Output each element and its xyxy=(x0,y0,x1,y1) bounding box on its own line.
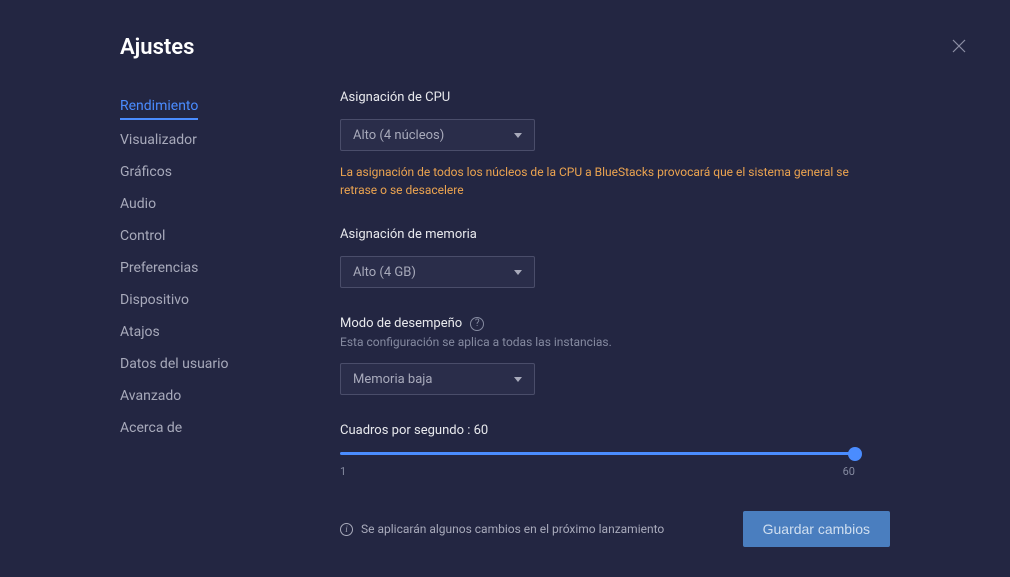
sidebar-item-acerca-de[interactable]: Acerca de xyxy=(120,412,320,444)
fps-max-label: 60 xyxy=(843,465,855,478)
cpu-dropdown[interactable]: Alto (4 núcleos) xyxy=(340,119,535,151)
memory-dropdown[interactable]: Alto (4 GB) xyxy=(340,256,535,288)
memory-dropdown-value: Alto (4 GB) xyxy=(353,265,416,280)
footer-notice: i Se aplicarán algunos cambios en el pró… xyxy=(340,522,664,536)
chevron-down-icon xyxy=(514,270,522,275)
sidebar-item-atajos[interactable]: Atajos xyxy=(120,316,320,348)
save-button[interactable]: Guardar cambios xyxy=(743,511,890,547)
cpu-dropdown-value: Alto (4 núcleos) xyxy=(353,128,444,143)
fps-label: Cuadros por segundo : 60 xyxy=(340,423,890,438)
page-title: Ajustes xyxy=(120,35,1010,60)
sidebar-item-visualizador[interactable]: Visualizador xyxy=(120,124,320,156)
sidebar-item-control[interactable]: Control xyxy=(120,220,320,252)
sidebar: Rendimiento Visualizador Gráficos Audio … xyxy=(120,90,320,506)
sidebar-item-rendimiento[interactable]: Rendimiento xyxy=(120,90,198,120)
help-icon[interactable]: ? xyxy=(470,317,484,331)
performance-mode-desc: Esta configuración se aplica a todas las… xyxy=(340,335,890,349)
sidebar-item-avanzado[interactable]: Avanzado xyxy=(120,380,320,412)
close-button[interactable] xyxy=(952,38,966,57)
chevron-down-icon xyxy=(514,133,522,138)
memory-label: Asignación de memoria xyxy=(340,227,890,242)
cpu-warning: La asignación de todos los núcleos de la… xyxy=(340,163,860,199)
sidebar-item-audio[interactable]: Audio xyxy=(120,188,320,220)
sidebar-item-datos-usuario[interactable]: Datos del usuario xyxy=(120,348,320,380)
fps-slider-thumb[interactable] xyxy=(848,447,862,461)
performance-mode-label: Modo de desempeño ? xyxy=(340,316,890,331)
close-icon xyxy=(952,39,966,53)
cpu-label: Asignación de CPU xyxy=(340,90,890,105)
sidebar-item-preferencias[interactable]: Preferencias xyxy=(120,252,320,284)
fps-min-label: 1 xyxy=(340,465,346,478)
sidebar-item-dispositivo[interactable]: Dispositivo xyxy=(120,284,320,316)
fps-slider[interactable] xyxy=(340,452,855,455)
performance-mode-dropdown[interactable]: Memoria baja xyxy=(340,363,535,395)
sidebar-item-graficos[interactable]: Gráficos xyxy=(120,156,320,188)
performance-mode-dropdown-value: Memoria baja xyxy=(353,372,432,387)
info-icon: i xyxy=(340,523,353,536)
chevron-down-icon xyxy=(514,377,522,382)
